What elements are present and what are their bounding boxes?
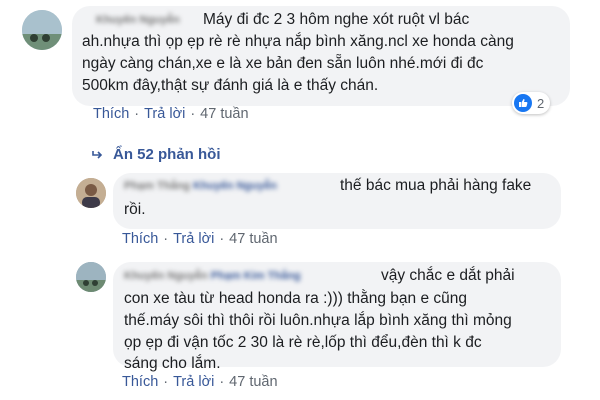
- reply-author-name[interactable]: Khuyến Nguyễn: [124, 270, 208, 282]
- separator-dot: ·: [219, 231, 225, 247]
- reply-author[interactable]: Phạm Thắng Khuyến Nguyễn: [124, 180, 277, 192]
- reply-avatar[interactable]: [76, 178, 106, 208]
- reply-actions: Thích · Trả lời · 47 tuần: [122, 231, 278, 247]
- timestamp[interactable]: 47 tuần: [200, 106, 248, 122]
- reply-text-line: vậy chắc e dắt phải: [381, 267, 515, 284]
- hide-replies-toggle[interactable]: Ẩn 52 phản hồi: [91, 146, 221, 163]
- hide-replies-label[interactable]: Ẩn 52 phản hồi: [113, 146, 221, 163]
- like-link[interactable]: Thích: [93, 106, 129, 122]
- reply-avatar[interactable]: [76, 262, 106, 292]
- reply-tag[interactable]: Phạm Kim Thắng: [211, 270, 301, 282]
- reply-text-line: thế bác mua phải hàng fake: [340, 177, 532, 194]
- reaction-summary[interactable]: 2: [512, 92, 551, 114]
- reply-text-line: ọp ẹp đi vận tốc 2 30 là rè rè,lốp thì đ…: [124, 334, 482, 351]
- like-link[interactable]: Thích: [122, 231, 158, 247]
- separator-dot: ·: [163, 374, 169, 390]
- reply-text-line: rồi.: [124, 201, 146, 218]
- reply-text-line: sáng cho lắm.: [124, 355, 221, 372]
- collapse-arrow-icon: [92, 150, 103, 159]
- separator-dot: ·: [134, 106, 140, 122]
- reply-link[interactable]: Trả lời: [173, 231, 214, 247]
- reply-text-line: con xe tàu từ head honda ra :))) thằng b…: [124, 290, 467, 307]
- comment-author[interactable]: Khuyến Nguyễn: [96, 14, 180, 26]
- separator-dot: ·: [219, 374, 225, 390]
- reply-author-name[interactable]: Phạm Thắng: [124, 180, 190, 192]
- like-reaction-icon: [514, 94, 532, 112]
- comment-text-line: ah.nhựa thì ọp ẹp rè rè nhựa nắp bình xă…: [82, 33, 514, 50]
- like-link[interactable]: Thích: [122, 374, 158, 390]
- reply-link[interactable]: Trả lời: [173, 374, 214, 390]
- reply-actions: Thích · Trả lời · 47 tuần: [122, 374, 278, 390]
- reply-tag[interactable]: Khuyến Nguyễn: [193, 180, 277, 192]
- comment-actions: Thích · Trả lời · 47 tuần: [93, 106, 249, 122]
- reaction-count: 2: [537, 95, 545, 111]
- separator-dot: ·: [190, 106, 196, 122]
- separator-dot: ·: [163, 231, 169, 247]
- reply-link[interactable]: Trả lời: [144, 106, 185, 122]
- comment-text-line: 500km đây,thật sự đánh giá là e thấy chá…: [82, 77, 379, 94]
- timestamp[interactable]: 47 tuần: [229, 231, 277, 247]
- comment-text-line: Máy đi đc 2 3 hôm nghe xót ruột vl bác: [203, 11, 470, 28]
- comment-text-line: ngày càng chán,xe e là xe bản đen sẵn lu…: [82, 55, 484, 72]
- comment-avatar[interactable]: [22, 10, 62, 50]
- timestamp[interactable]: 47 tuần: [229, 374, 277, 390]
- reply-text-line: thế.máy sôi thì thôi rồi luôn.nhựa lắp b…: [124, 312, 512, 329]
- reply-author[interactable]: Khuyến Nguyễn Phạm Kim Thắng: [124, 270, 301, 282]
